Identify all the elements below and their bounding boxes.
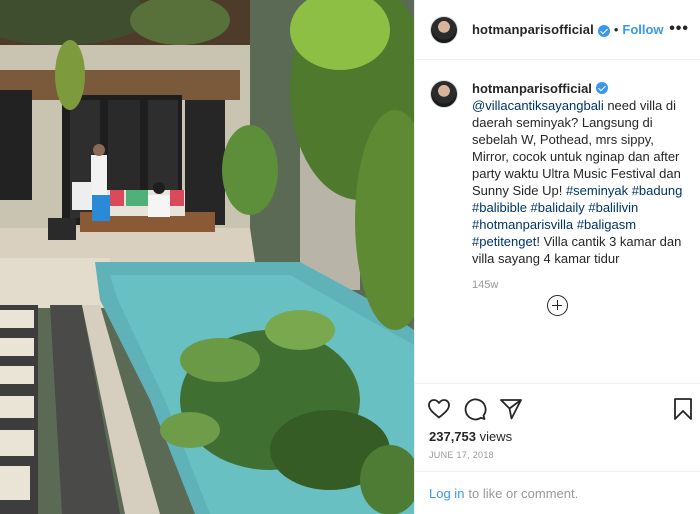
plus-circle-icon[interactable] xyxy=(547,295,568,316)
caption-avatar[interactable] xyxy=(430,80,458,108)
caption-verified-badge-icon xyxy=(595,82,608,94)
follow-button[interactable]: Follow xyxy=(622,22,663,37)
caption-username[interactable]: hotmanparisofficial xyxy=(472,81,592,96)
header-separator: • xyxy=(613,22,619,37)
caption-body: hotmanparisofficial @villacantiksayangba… xyxy=(472,80,692,294)
avatar[interactable] xyxy=(430,15,458,44)
post-header: hotmanparisofficial • Follow ••• xyxy=(415,0,700,60)
views-number: 237,753 xyxy=(429,429,476,444)
share-icon[interactable] xyxy=(499,397,523,421)
header-username[interactable]: hotmanparisofficial xyxy=(472,22,594,37)
caption-time-ago[interactable]: 145w xyxy=(472,277,692,294)
more-options-icon[interactable]: ••• xyxy=(669,21,689,37)
heart-icon[interactable] xyxy=(427,397,451,421)
verified-badge-icon xyxy=(597,24,610,37)
post-date[interactable]: June 17, 2018 xyxy=(429,450,494,460)
login-bar: Log in to like or comment. xyxy=(415,471,700,514)
views-count[interactable]: 237,753 views xyxy=(429,429,512,444)
villa-pool-photo xyxy=(0,0,414,514)
bookmark-icon[interactable] xyxy=(671,397,695,421)
post-actions: 237,753 views June 17, 2018 xyxy=(415,383,700,471)
caption-mention-link[interactable]: @villacantiksayangbali xyxy=(472,98,604,113)
post-media-image[interactable] xyxy=(0,0,414,514)
login-prompt-text: to like or comment. xyxy=(468,485,579,501)
post-side-panel: hotmanparisofficial • Follow ••• hotmanp… xyxy=(414,0,700,514)
views-label: views xyxy=(476,429,513,444)
login-link[interactable]: Log in xyxy=(429,486,464,501)
comment-icon[interactable] xyxy=(463,397,487,421)
action-buttons-row xyxy=(427,397,697,421)
caption-comment: hotmanparisofficial @villacantiksayangba… xyxy=(430,80,692,294)
